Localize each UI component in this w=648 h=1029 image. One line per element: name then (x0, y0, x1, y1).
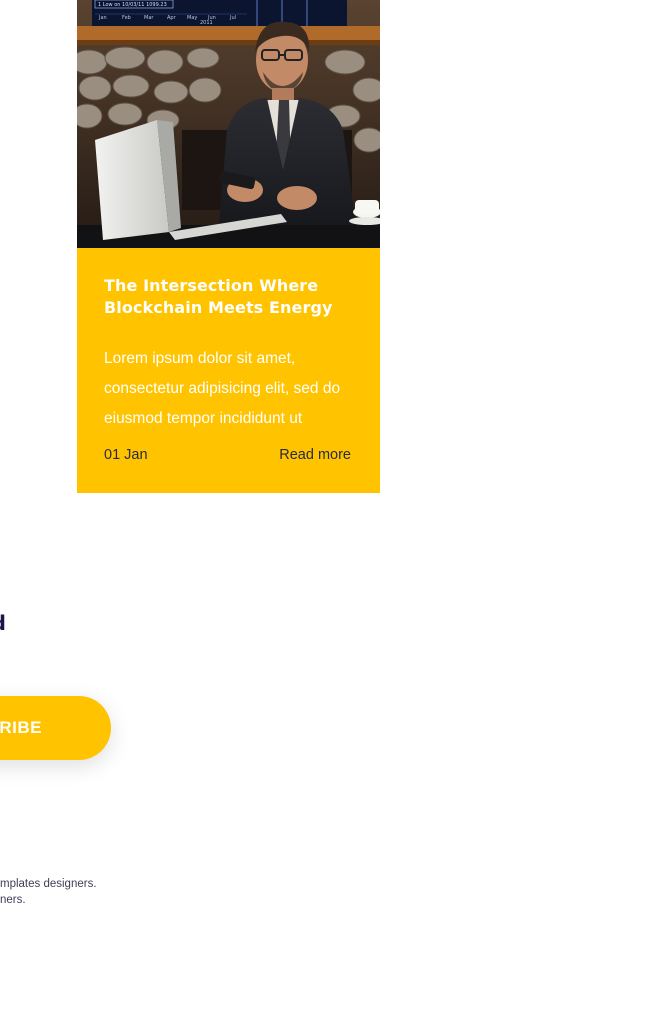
footer-line-1: mplates designers. (0, 878, 97, 890)
chart-low-label: 1 Low on 10/03/11 1099.23 (98, 2, 167, 8)
blog-card-excerpt: Lorem ipsum dolor sit amet, consectetur … (104, 350, 341, 427)
chart-month-feb: Feb (122, 15, 131, 21)
subscribe-button[interactable]: RIBE (0, 696, 111, 760)
blog-card-body: The Intersection Where Blockchain Meets … (104, 248, 354, 463)
read-more-link[interactable]: Read more (279, 447, 351, 463)
blog-card-date: 01 Jan (104, 447, 148, 463)
page: 1 Low on 10/03/11 1099.23 Jan Feb Mar Ap… (0, 0, 648, 1029)
newsletter-heading: d (0, 608, 6, 638)
chart-month-mar: Mar (144, 15, 154, 21)
chart-year: 2011 (200, 20, 213, 26)
blog-card: 1 Low on 10/03/11 1099.23 Jan Feb Mar Ap… (77, 0, 380, 493)
chart-month-apr: Apr (167, 15, 177, 21)
chart-month-jan: Jan (98, 15, 107, 21)
footer-line-2: ners. (0, 894, 26, 906)
photo-man-with-laptop-icon: 1 Low on 10/03/11 1099.23 Jan Feb Mar Ap… (77, 0, 380, 248)
chart-month-jul: Jul (229, 15, 236, 21)
blog-card-title[interactable]: The Intersection Where Blockchain Meets … (104, 275, 354, 319)
footer-text: mplates designers. ners. (0, 876, 120, 908)
chart-month-may: May (187, 15, 197, 21)
blog-card-image[interactable]: 1 Low on 10/03/11 1099.23 Jan Feb Mar Ap… (77, 0, 380, 248)
blog-card-meta: 01 Jan Read more (104, 447, 351, 463)
